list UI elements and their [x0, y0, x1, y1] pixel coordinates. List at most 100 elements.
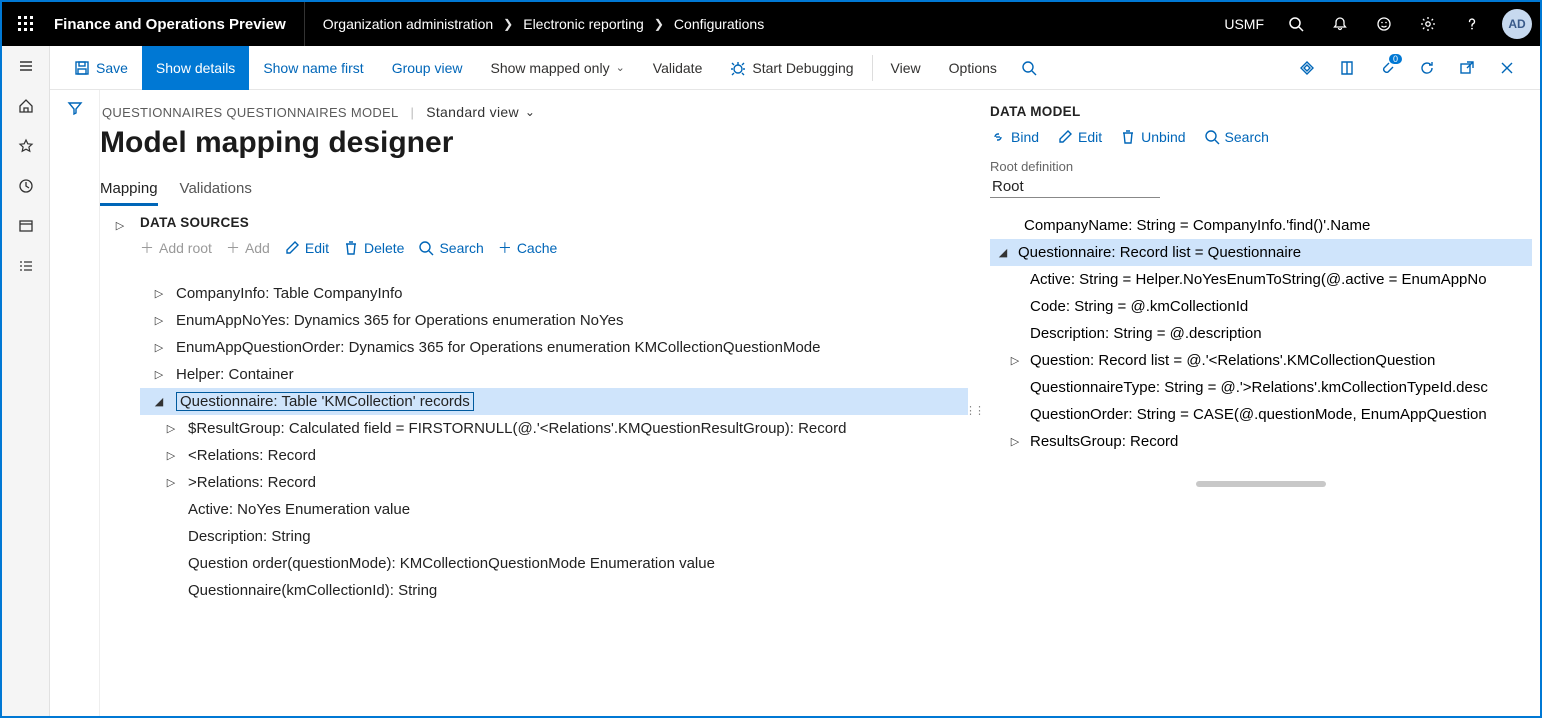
tree-node[interactable]: ▷ResultsGroup: Record	[990, 428, 1532, 455]
start-debugging-button[interactable]: Start Debugging	[716, 46, 867, 90]
plus-icon: ＋	[498, 238, 512, 258]
tree-node-label: CompanyName: String = CompanyInfo.'find(…	[1024, 217, 1370, 234]
expand-icon[interactable]: ▷	[152, 341, 166, 354]
tree-node[interactable]: ▷ EnumAppNoYes: Dynamics 365 for Operatio…	[140, 307, 968, 334]
home-icon[interactable]	[2, 86, 50, 126]
tree-node[interactable]: ▷ <Relations: Record	[140, 442, 968, 469]
collapse-icon[interactable]: ◢	[996, 246, 1010, 259]
smiley-icon[interactable]	[1362, 2, 1406, 46]
splitter[interactable]: ⋮⋮	[968, 104, 980, 716]
tree-node[interactable]: ◢Questionnaire: Record list = Questionna…	[990, 239, 1532, 266]
tree-node[interactable]: ▷ Question: Record list = @.'<Relations'.…	[990, 347, 1532, 374]
topbar-right: USMF AD	[1214, 2, 1540, 46]
chevron-down-icon: ⌄	[616, 61, 625, 74]
expand-icon[interactable]: ▷	[164, 449, 178, 462]
data-model-tree: CompanyName: String = CompanyInfo.'find(…	[990, 212, 1532, 455]
search-icon[interactable]	[1274, 2, 1318, 46]
horizontal-scrollbar[interactable]	[1196, 481, 1326, 487]
tree-node[interactable]: Active: NoYes Enumeration value	[140, 496, 968, 523]
collapse-icon[interactable]: ◢	[152, 395, 166, 408]
breadcrumb-item[interactable]: Organization administration	[323, 16, 493, 32]
delete-button[interactable]: Delete	[343, 238, 404, 258]
app-title: Finance and Operations Preview	[50, 16, 304, 33]
tree-node[interactable]: Questionnaire(kmCollectionId): String	[140, 577, 968, 604]
unbind-button[interactable]: Unbind	[1120, 129, 1185, 145]
edit-label: Edit	[305, 240, 329, 256]
tree-node[interactable]: ◢Questionnaire: Table 'KMCollection' rec…	[140, 388, 968, 415]
command-bar: Save Show details Show name first Group …	[50, 46, 1540, 90]
expand-icon[interactable]: ▷	[152, 368, 166, 381]
modules-icon[interactable]	[2, 246, 50, 286]
bell-icon[interactable]	[1318, 2, 1362, 46]
tree-node[interactable]: ▷ >Relations: Record	[140, 469, 968, 496]
collapse-data-types-button[interactable]: ▷	[100, 207, 140, 604]
refresh-icon[interactable]	[1410, 51, 1444, 85]
toolbar-search-icon[interactable]	[1011, 46, 1047, 90]
popout-icon[interactable]	[1450, 51, 1484, 85]
workspace-icon[interactable]	[2, 206, 50, 246]
show-name-first-button[interactable]: Show name first	[249, 46, 377, 90]
tree-node-label: Question: Record list = @.'<Relations'.K…	[1030, 352, 1435, 369]
tree-node[interactable]: Description: String	[140, 523, 968, 550]
tree-node-label: >Relations: Record	[188, 474, 316, 491]
view-selector[interactable]: Standard view ⌄	[426, 104, 535, 120]
expand-icon[interactable]: ▷	[152, 314, 166, 327]
view-menu[interactable]: View	[877, 46, 935, 90]
close-icon[interactable]	[1490, 51, 1524, 85]
edit-button[interactable]: Edit	[284, 238, 329, 258]
tree-node[interactable]: QuestionnaireType: String = @.'>Relation…	[990, 374, 1532, 401]
tree-node[interactable]: Code: String = @.kmCollectionId	[990, 293, 1532, 320]
star-icon[interactable]	[2, 126, 50, 166]
add-button[interactable]: ＋Add	[226, 238, 270, 258]
topbar: Finance and Operations Preview Organizat…	[2, 2, 1540, 46]
tree-node[interactable]: ▷ CompanyInfo: Table CompanyInfo	[140, 280, 968, 307]
show-details-label: Show details	[156, 60, 235, 76]
show-details-button[interactable]: Show details	[142, 46, 249, 90]
dm-search-button[interactable]: Search	[1204, 129, 1269, 145]
tree-node[interactable]: ▷Helper: Container	[140, 361, 968, 388]
filter-icon[interactable]	[67, 100, 83, 716]
tree-node[interactable]: Question order(questionMode): KMCollecti…	[140, 550, 968, 577]
attach-icon[interactable]: 0	[1370, 51, 1404, 85]
expand-icon[interactable]: ▷	[1008, 435, 1022, 448]
expand-icon[interactable]: ▷	[164, 476, 178, 489]
tree-node[interactable]: Active: String = Helper.NoYesEnumToStrin…	[990, 266, 1532, 293]
options-menu[interactable]: Options	[935, 46, 1011, 90]
tree-node[interactable]: QuestionOrder: String = CASE(@.questionM…	[990, 401, 1532, 428]
tree-node-label: CompanyInfo: Table CompanyInfo	[176, 285, 403, 302]
gear-icon[interactable]	[1406, 2, 1450, 46]
tree-node-label: <Relations: Record	[188, 447, 316, 464]
tree-node[interactable]: CompanyName: String = CompanyInfo.'find(…	[990, 212, 1532, 239]
tab-mapping[interactable]: Mapping	[100, 180, 158, 206]
bind-button[interactable]: Bind	[990, 129, 1039, 145]
plus-icon: ＋	[226, 238, 240, 258]
recent-icon[interactable]	[2, 166, 50, 206]
add-root-button[interactable]: ＋Add root	[140, 238, 212, 258]
tree-node-label: EnumAppNoYes: Dynamics 365 for Operation…	[176, 312, 623, 329]
save-button[interactable]: Save	[60, 46, 142, 90]
breadcrumb-item[interactable]: Configurations	[674, 16, 764, 32]
root-definition-input[interactable]: Root	[990, 176, 1160, 198]
expand-icon[interactable]: ▷	[152, 287, 166, 300]
tree-node[interactable]: Description: String = @.description	[990, 320, 1532, 347]
show-mapped-only-button[interactable]: Show mapped only ⌄	[477, 46, 639, 90]
hamburger-icon[interactable]	[2, 46, 50, 86]
cache-label: Cache	[517, 240, 557, 256]
expand-icon[interactable]: ▷	[164, 422, 178, 435]
breadcrumb-item[interactable]: Electronic reporting	[523, 16, 644, 32]
tree-node[interactable]: ▷$ResultGroup: Calculated field = FIRSTO…	[140, 415, 968, 442]
diamond-icon[interactable]	[1290, 51, 1324, 85]
book-icon[interactable]	[1330, 51, 1364, 85]
avatar[interactable]: AD	[1502, 9, 1532, 39]
tree-node[interactable]: ▷EnumAppQuestionOrder: Dynamics 365 for …	[140, 334, 968, 361]
app-launcher-icon[interactable]	[2, 2, 50, 46]
dm-edit-button[interactable]: Edit	[1057, 129, 1102, 145]
tab-validations[interactable]: Validations	[180, 180, 252, 206]
expand-icon[interactable]: ▷	[1008, 354, 1022, 367]
group-view-button[interactable]: Group view	[378, 46, 477, 90]
search-button[interactable]: Search	[418, 238, 483, 258]
cache-button[interactable]: ＋ Cache	[498, 238, 557, 258]
help-icon[interactable]	[1450, 2, 1494, 46]
validate-button[interactable]: Validate	[639, 46, 717, 90]
company-picker[interactable]: USMF	[1214, 2, 1274, 46]
